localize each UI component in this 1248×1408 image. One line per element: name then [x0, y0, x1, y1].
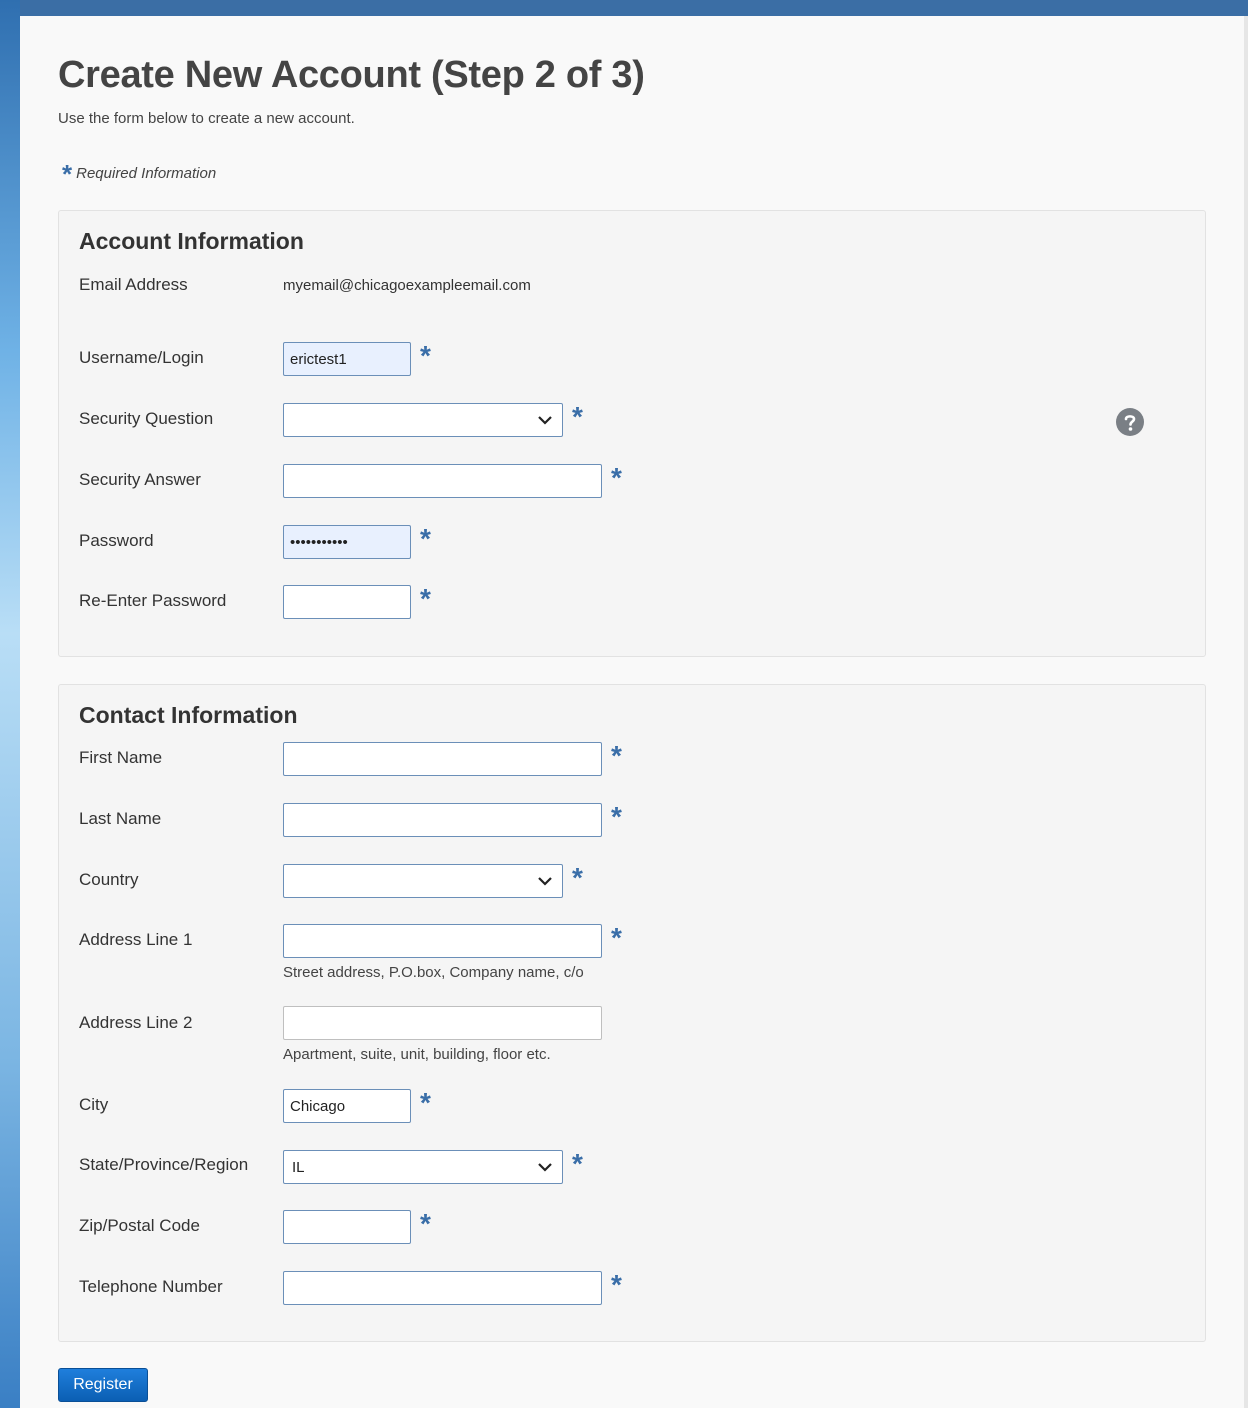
email-value: myemail@chicagoexampleemail.com: [283, 277, 531, 294]
required-asterisk-icon: *: [611, 801, 622, 832]
city-input[interactable]: [283, 1089, 411, 1123]
contact-information-panel: Contact Information First Name * Last Na…: [58, 684, 1206, 1342]
question-circle-icon[interactable]: [1116, 408, 1144, 436]
state-label: State/Province/Region: [79, 1155, 249, 1174]
state-select[interactable]: IL: [283, 1150, 563, 1184]
page-title: Create New Account (Step 2 of 3): [58, 54, 645, 96]
required-asterisk-icon: *: [572, 862, 583, 893]
required-info-label: Required Information: [76, 165, 217, 182]
register-button[interactable]: Register: [58, 1368, 148, 1402]
country-select[interactable]: [283, 864, 563, 898]
security-question-select[interactable]: [283, 403, 563, 437]
address-line-2-input[interactable]: [283, 1006, 602, 1040]
country-label: Country: [79, 870, 139, 889]
username-input[interactable]: [283, 342, 411, 376]
security-question-label: Security Question: [79, 409, 214, 428]
username-label: Username/Login: [79, 348, 204, 367]
left-accent-bar: [0, 0, 20, 1408]
page-content: Create New Account (Step 2 of 3) Use the…: [20, 16, 1244, 1408]
required-asterisk-icon: *: [420, 1208, 431, 1239]
city-label: City: [79, 1095, 109, 1114]
required-asterisk-icon: *: [611, 1269, 622, 1300]
address-line-1-hint: Street address, P.O.box, Company name, c…: [283, 964, 584, 981]
telephone-label: Telephone Number: [79, 1277, 223, 1296]
zip-label: Zip/Postal Code: [79, 1216, 200, 1235]
required-asterisk-icon: *: [62, 159, 73, 189]
zip-input[interactable]: [283, 1210, 411, 1244]
address-line-2-label: Address Line 2: [79, 1013, 193, 1032]
required-asterisk-icon: *: [611, 922, 622, 953]
security-answer-label: Security Answer: [79, 470, 201, 489]
required-info-note: * Required Information: [62, 156, 217, 187]
account-information-title: Account Information: [79, 228, 304, 254]
required-asterisk-icon: *: [572, 1148, 583, 1179]
required-asterisk-icon: *: [572, 401, 583, 432]
right-edge: [1244, 16, 1248, 1408]
contact-information-title: Contact Information: [79, 702, 298, 728]
required-asterisk-icon: *: [611, 462, 622, 493]
password-input[interactable]: [283, 525, 411, 559]
top-accent-bar: [20, 0, 1248, 16]
last-name-label: Last Name: [79, 809, 162, 828]
required-asterisk-icon: *: [420, 340, 431, 371]
required-asterisk-icon: *: [420, 523, 431, 554]
required-asterisk-icon: *: [420, 1087, 431, 1118]
first-name-input[interactable]: [283, 742, 602, 776]
email-label: Email Address: [79, 275, 188, 294]
last-name-input[interactable]: [283, 803, 602, 837]
account-information-panel: Account Information Email Address myemai…: [58, 210, 1206, 657]
address-line-2-hint: Apartment, suite, unit, building, floor …: [283, 1046, 551, 1063]
security-answer-input[interactable]: [283, 464, 602, 498]
password-label: Password: [79, 531, 154, 550]
address-line-1-label: Address Line 1: [79, 930, 193, 949]
address-line-1-input[interactable]: [283, 924, 602, 958]
page-subtitle: Use the form below to create a new accou…: [58, 110, 355, 127]
reenter-password-input[interactable]: [283, 585, 411, 619]
reenter-password-label: Re-Enter Password: [79, 591, 227, 610]
telephone-input[interactable]: [283, 1271, 602, 1305]
first-name-label: First Name: [79, 748, 163, 767]
required-asterisk-icon: *: [611, 740, 622, 771]
required-asterisk-icon: *: [420, 583, 431, 614]
